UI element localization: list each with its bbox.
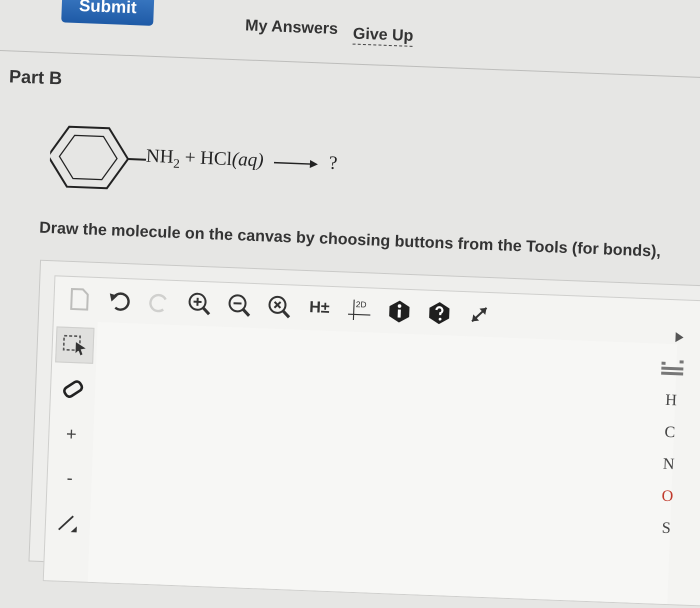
fullscreen-icon[interactable] <box>466 301 493 328</box>
element-o-button[interactable]: O <box>652 487 683 506</box>
element-s-button[interactable]: S <box>651 519 682 538</box>
amine-group: NH <box>146 146 174 168</box>
single-bond-icon[interactable] <box>49 504 86 539</box>
divider <box>0 50 700 80</box>
element-n-button[interactable]: N <box>653 455 684 474</box>
info-icon[interactable] <box>386 298 413 325</box>
clean-2d-button[interactable]: 2D <box>346 297 373 324</box>
undo-icon[interactable] <box>106 287 133 314</box>
amine-subscript: 2 <box>173 156 180 171</box>
element-c-button[interactable]: C <box>655 423 686 442</box>
redo-icon[interactable] <box>146 289 173 316</box>
clear-icon[interactable] <box>266 293 293 320</box>
part-title: Part B <box>9 66 63 89</box>
molecule-editor: H± 2D <box>28 260 700 588</box>
drawing-canvas[interactable] <box>88 322 678 604</box>
selection-tool-icon[interactable] <box>55 326 94 363</box>
product-unknown: ? <box>329 153 338 174</box>
clean-2d-label: 2D <box>356 299 367 309</box>
reagent-state: (aq) <box>232 149 264 171</box>
page: Submit My Answers Give Up Part B NH2 + H… <box>0 0 699 551</box>
new-document-icon[interactable] <box>66 286 93 313</box>
editor-frame: H± 2D <box>43 275 700 607</box>
equation-text: NH2 + HCl(aq) ? <box>146 146 338 178</box>
submit-button[interactable]: Submit <box>61 0 154 26</box>
element-h-button[interactable]: H <box>656 391 687 410</box>
decrease-charge-button[interactable]: - <box>51 460 88 495</box>
plus-sign: + <box>184 147 196 168</box>
my-answers-link[interactable]: My Answers <box>245 17 338 39</box>
benzene-ring-icon <box>49 120 148 194</box>
reaction-arrow-icon <box>274 157 318 169</box>
periodic-table-icon[interactable] <box>659 358 686 379</box>
instruction-text: Draw the molecule on the canvas by choos… <box>39 220 661 262</box>
reagent: HCl <box>200 148 232 170</box>
help-icon[interactable] <box>426 300 453 327</box>
give-up-link[interactable]: Give Up <box>353 26 414 47</box>
explicit-hydrogens-button[interactable]: H± <box>306 295 333 322</box>
explicit-hydrogens-label: H± <box>309 299 330 318</box>
eraser-icon[interactable] <box>54 372 91 407</box>
expand-panel-icon[interactable] <box>661 330 686 345</box>
zoom-in-icon[interactable] <box>186 290 213 317</box>
zoom-out-icon[interactable] <box>226 292 253 319</box>
increase-charge-button[interactable]: + <box>53 416 90 451</box>
reaction-equation: NH2 + HCl(aq) ? <box>49 120 451 205</box>
